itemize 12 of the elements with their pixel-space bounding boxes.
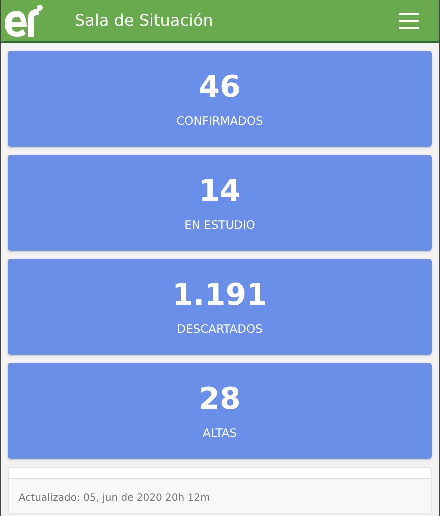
stat-label: ALTAS bbox=[203, 426, 237, 440]
stat-value: 46 bbox=[199, 70, 241, 104]
menu-icon[interactable] bbox=[399, 12, 419, 28]
stat-value: 28 bbox=[199, 382, 241, 416]
stat-value: 14 bbox=[199, 174, 241, 208]
app-title: Sala de Situación bbox=[75, 11, 214, 30]
updated-text: Actualizado: 05, jun de 2020 20h 12m bbox=[19, 493, 210, 504]
stat-value: 1.191 bbox=[172, 278, 268, 312]
stat-label: CONFIRMADOS bbox=[176, 114, 264, 128]
stat-label: EN ESTUDIO bbox=[184, 218, 256, 232]
logo-icon bbox=[3, 2, 45, 38]
stat-label: DESCARTADOS bbox=[177, 322, 263, 336]
